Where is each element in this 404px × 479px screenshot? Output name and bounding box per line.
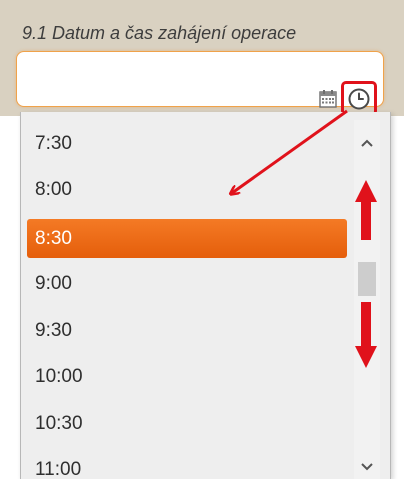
time-option-0900[interactable]: 9:00 bbox=[27, 264, 347, 303]
time-list-scrollbar[interactable] bbox=[354, 120, 380, 479]
time-option-1030[interactable]: 10:30 bbox=[27, 404, 347, 443]
chevron-down-icon[interactable] bbox=[354, 456, 380, 478]
time-option-0930[interactable]: 9:30 bbox=[27, 311, 347, 350]
time-option-0830[interactable]: 8:30 bbox=[27, 219, 347, 258]
scrollbar-thumb[interactable] bbox=[358, 262, 376, 296]
field-label: 9.1 Datum a čas zahájení operace bbox=[22, 23, 297, 43]
time-dropdown: 7:30 8:00 8:30 9:00 9:30 10:00 10:30 11:… bbox=[20, 112, 391, 479]
time-option-0800[interactable]: 8:00 bbox=[27, 170, 347, 209]
time-option-1000[interactable]: 10:00 bbox=[27, 357, 347, 396]
time-option-0730[interactable]: 7:30 bbox=[27, 124, 347, 163]
calendar-icon[interactable] bbox=[318, 89, 338, 109]
chevron-up-icon[interactable] bbox=[354, 132, 380, 154]
clock-icon-highlight bbox=[341, 81, 377, 116]
time-option-1100[interactable]: 11:00 bbox=[27, 450, 347, 479]
time-list: 7:30 8:00 8:30 9:00 9:30 10:00 10:30 11:… bbox=[21, 112, 351, 479]
